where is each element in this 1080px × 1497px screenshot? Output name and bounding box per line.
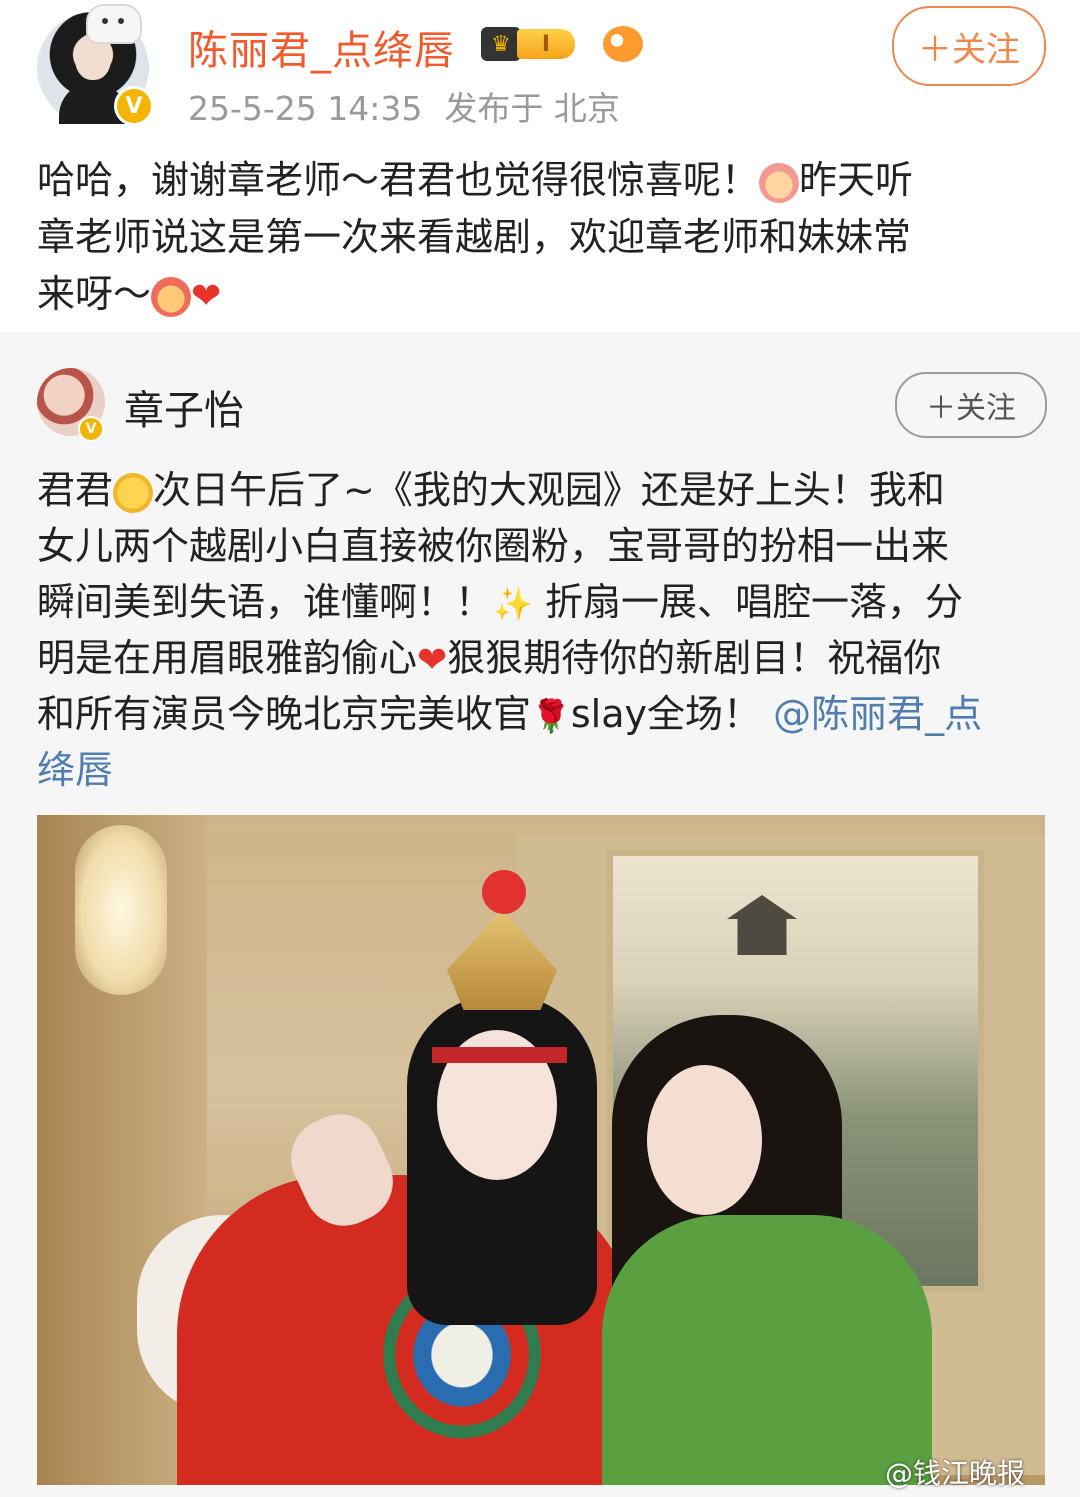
verified-v-icon: V: [114, 86, 154, 126]
photo-pompom: [482, 870, 526, 914]
crown-icon: ♛: [481, 27, 521, 61]
post-meta: 25-5-25 14:35 发布于 北京: [188, 82, 642, 130]
rose-icon: 🌹: [531, 697, 571, 735]
repost-text-line-4: 明是在用眉眼雅韵偷心❤狠狠期待你的新剧目！祝福你: [37, 630, 941, 689]
rank-level: I: [517, 29, 575, 59]
post-text-line-1: 哈哈，谢谢章老师～君君也觉得很惊喜呢！ 昨天听: [37, 158, 914, 203]
verified-v-icon: V: [78, 416, 104, 442]
post-text-line-3: 来呀～ ❤: [37, 266, 221, 325]
hug-emoji-icon: [151, 276, 192, 317]
post-photo[interactable]: [37, 815, 1045, 1485]
shy-emoji-icon: [759, 162, 800, 203]
photo-face-right: [647, 1065, 762, 1215]
photo-lamp: [75, 825, 167, 995]
heart-icon: ❤: [191, 276, 222, 317]
follow-button[interactable]: ＋关注: [892, 6, 1046, 86]
teary-emoji-icon: [113, 472, 154, 513]
photo-green-robe: [602, 1215, 932, 1485]
cat-avatar-decoration-icon: [86, 4, 142, 44]
post-location: 发布于 北京: [444, 89, 620, 128]
author-name[interactable]: 陈丽君_点绛唇: [188, 18, 455, 76]
repost-text-line-1: 君君 次日午后了~《我的大观园》还是好上头！我和: [37, 468, 945, 513]
sparkles-icon: ✨: [493, 585, 533, 623]
repost-author-name[interactable]: 章子怡: [124, 378, 244, 436]
repost-follow-button[interactable]: ＋关注: [895, 372, 1047, 438]
repost-text-line-2: 女儿两个越剧小白直接被你圈粉，宝哥哥的扮相一出来: [37, 524, 950, 568]
member-rank-badge: ♛ I: [481, 24, 587, 64]
repost-text-line-3: 瞬间美到失语，谁懂啊！！✨ 折扇一展、唱腔一落，分: [37, 574, 963, 633]
fan-badge-icon: [603, 26, 643, 62]
mention-link[interactable]: @陈丽君_点: [773, 692, 982, 736]
repost-text-line-5: 和所有演员今晚北京完美收官🌹slay全场！ @陈丽君_点: [37, 686, 982, 745]
heart-icon: ❤: [417, 640, 448, 681]
watermark: @钱江晚报: [885, 1457, 1026, 1490]
photo-headband: [432, 1047, 567, 1063]
post-text-line-2: 章老师说这是第一次来看越剧，欢迎章老师和妹妹常: [37, 215, 912, 259]
mention-link-continued[interactable]: 绛唇: [37, 742, 113, 799]
post-time: 25-5-25 14:35: [188, 89, 423, 128]
